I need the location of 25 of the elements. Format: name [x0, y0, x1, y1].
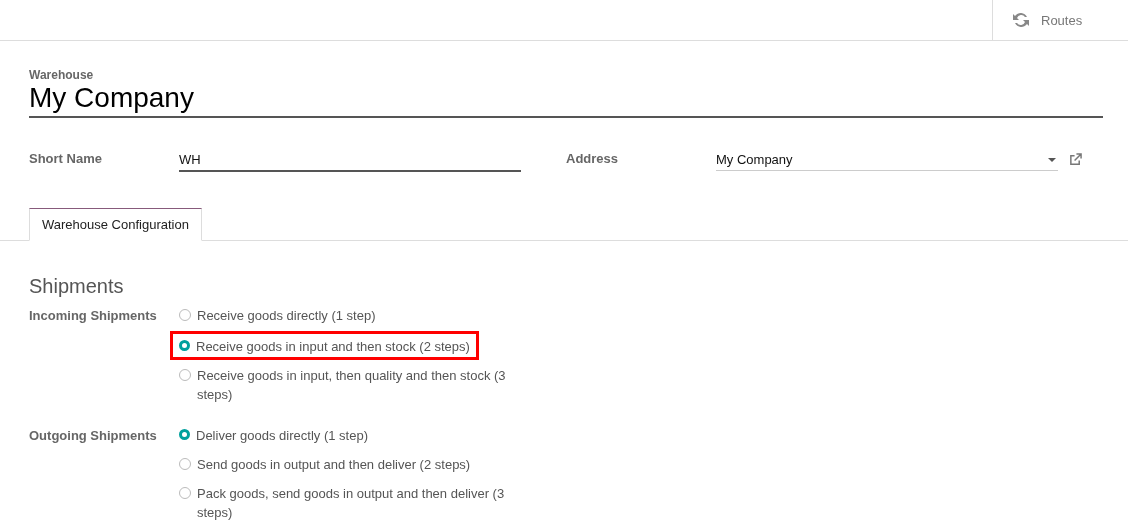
field-label: Warehouse — [29, 68, 95, 82]
field-label: Incoming Shipments — [29, 307, 158, 325]
radio-button[interactable] — [179, 487, 191, 499]
text-field[interactable]: WH — [179, 149, 521, 172]
radio-button[interactable] — [179, 340, 190, 351]
address-field[interactable]: My Company — [716, 149, 1058, 171]
field-label: Short Name — [29, 150, 103, 166]
field-label: Outgoing Shipments — [29, 427, 158, 445]
tab[interactable]: Warehouse Configuration — [29, 208, 202, 241]
option-label: Receive goods directly (1 step) — [197, 307, 376, 325]
name-field[interactable]: My Company — [29, 82, 1103, 118]
option-label: Receive goods in input and then stock (2 steps) — [196, 338, 470, 356]
caret-icon — [1048, 157, 1056, 162]
section-title: Shipments — [29, 275, 125, 298]
option-label: Deliver goods directly (1 step) — [196, 427, 368, 445]
radio-button[interactable] — [179, 458, 191, 470]
radio-button[interactable] — [179, 309, 191, 321]
field-label: Address — [566, 150, 620, 166]
option-label: Send goods in output and then deliver (2 steps) — [197, 456, 471, 474]
option-label: Pack goods, send goods in output and then deliver (3 steps) — [197, 485, 506, 522]
option-label: Receive goods in input, then quality and then stock (3 steps) — [197, 367, 507, 404]
radio-button[interactable] — [179, 369, 191, 381]
external-link-icon[interactable] — [1069, 153, 1082, 166]
radio-button[interactable] — [179, 429, 190, 440]
refresh-icon — [1011, 10, 1031, 30]
